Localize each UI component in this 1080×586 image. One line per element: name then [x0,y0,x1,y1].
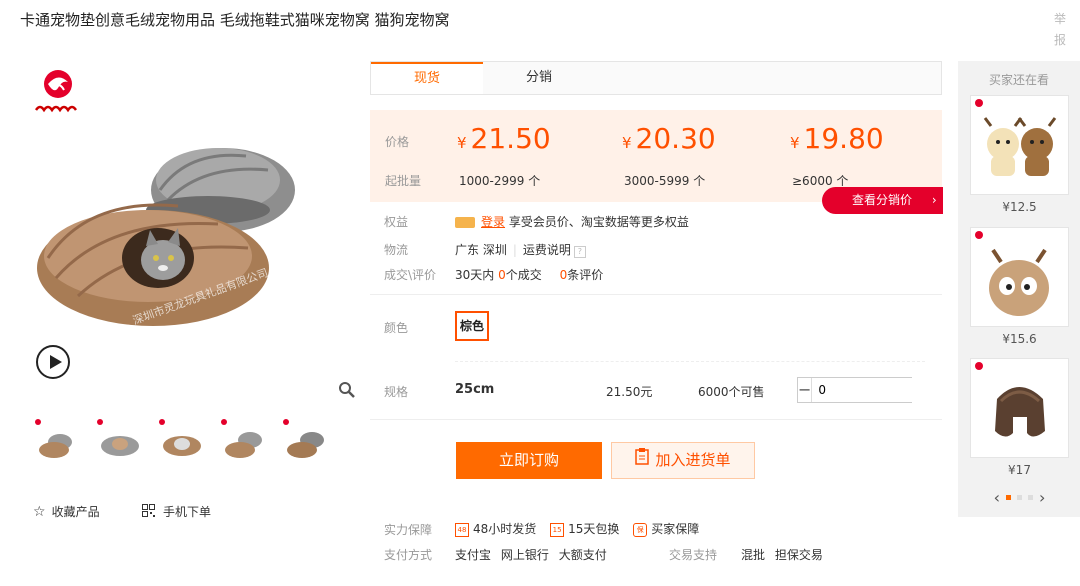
guarantee-item-1[interactable]: 48小时发货 [473,522,536,536]
quantity-input[interactable] [811,378,972,402]
spec-label: 规格 [384,385,409,399]
tab-distribution[interactable]: 分销 [483,62,595,94]
order-now-button[interactable]: 立即订购 [456,442,602,479]
price-label: 价格 [385,135,410,149]
side-carousel-nav: ‹ › [970,488,1069,507]
add-to-cart-label: 加入进货单 [655,451,731,469]
guarantee-items: 48 48小时发货 15 15天包换 保买家保障 [455,520,699,537]
recommend-item-2[interactable] [970,227,1069,327]
exchange-15d-icon: 15 [550,522,565,537]
product-title: 卡通宠物垫创意毛绒宠物用品 毛绒拖鞋式猫咪宠物窝 猫狗宠物窝 [20,11,450,29]
spec-stock: 6000个可售 [698,385,765,399]
logistics-row: 广东 深圳 | 运费说明? [455,241,586,258]
recommend-item-3[interactable] [970,358,1069,458]
tab-in-stock[interactable]: 现货 [371,62,483,94]
login-link[interactable]: 登录 [481,215,505,229]
chevron-left-icon[interactable]: ‹ [994,488,1000,507]
mobile-order-button[interactable]: 手机下单 [142,503,211,520]
color-label: 颜色 [384,321,409,335]
guarantee-item-2[interactable]: 15天包换 [568,522,619,536]
deals-suffix: 个成交 [505,268,542,282]
price-tier-2: ¥20.30 [622,122,716,155]
thumbnail-5[interactable] [282,418,330,464]
chevron-right-icon[interactable]: › [1039,488,1045,507]
qty-tier-1: 1000-2999 个 [459,174,541,188]
quantity-stepper: − + [797,377,985,403]
logistics-location: 广东 深圳 [455,243,507,257]
price-tier-3: ¥19.80 [790,122,884,155]
moq-label: 起批量 [385,174,422,188]
zoom-icon[interactable] [338,381,356,399]
color-option-brown[interactable]: 棕色 [455,311,489,341]
trade-escrow: 担保交易 [774,548,823,562]
product-main-image[interactable]: 深圳市灵龙玩具礼品有限公司 [28,128,346,346]
rights-row: 登录 享受会员价、淘宝数据等更多权益 [455,213,689,230]
favorite-label: 收藏产品 [51,505,100,519]
guarantee-item-3[interactable]: 买家保障 [651,522,699,536]
recommend-price-1: ¥12.5 [1002,200,1037,214]
play-video-button[interactable] [36,345,70,379]
guarantee-label: 实力保障 [384,523,433,537]
carousel-dot-3[interactable] [1028,495,1033,500]
view-distributor-price-button[interactable]: 查看分销价 › [822,187,943,214]
deals-label: 成交\评价 [384,268,437,282]
payment-alipay: 支付宝 [455,548,492,562]
spec-size: 25cm [455,382,495,397]
thumbnail-4[interactable] [220,418,268,464]
recommend-price-2: ¥15.6 [1002,332,1037,346]
shipping-48h-icon: 48 [455,522,469,537]
buyer-protection-icon: 保 [633,522,648,537]
rights-label: 权益 [384,215,409,229]
clipboard-icon [635,443,650,478]
spec-unit-price: 21.50元 [606,385,653,399]
dist-btn-label: 查看分销价 [852,193,913,207]
deals-count: 0 [498,268,506,282]
recommend-item-1[interactable] [970,95,1069,195]
deals-row: 30天内 0个成交 0条评价 [455,266,603,283]
payment-online-bank: 网上银行 [500,548,549,562]
add-to-cart-button[interactable]: 加入进货单 [611,442,755,479]
divider: | [512,243,517,257]
payment-methods: 支付宝 网上银行 大额支付 [455,546,607,563]
payment-large: 大额支付 [558,548,607,562]
tab-bar: 现货 分销 [370,61,942,95]
vip-icon [455,217,475,228]
price-tier-1: ¥21.50 [457,122,551,155]
logistics-label: 物流 [384,243,409,257]
shipping-description-link[interactable]: 运费说明 [523,243,571,257]
thumbnail-1[interactable] [34,418,82,464]
favorite-product-button[interactable]: ☆ 收藏产品 [33,503,100,520]
divider [370,419,942,420]
decrease-button[interactable]: − [798,378,811,402]
reviews-suffix[interactable]: 条评价 [567,268,603,282]
qrcode-icon [142,503,155,520]
trade-support-items: 混批 担保交易 [741,546,823,563]
side-title: 买家还在看 [988,73,1049,87]
deals-prefix: 30天内 [455,268,495,282]
carousel-dot-1[interactable] [1006,495,1011,500]
payment-label: 支付方式 [384,548,433,562]
trade-support-label: 交易支持 [669,548,718,562]
mobile-label: 手机下单 [163,505,212,519]
star-icon: ☆ [33,503,46,520]
chevron-right-icon: › [931,193,937,207]
thumbnail-strip [34,418,330,464]
trade-mixed-batch: 混批 [741,548,766,562]
carousel-dot-2[interactable] [1017,495,1022,500]
qty-tier-2: 3000-5999 个 [624,174,706,188]
brand-logo [34,66,88,126]
divider [370,294,942,295]
divider [455,361,925,362]
thumbnail-3[interactable] [158,418,206,464]
help-icon[interactable]: ? [573,246,586,258]
recommend-price-3: ¥17 [1008,463,1031,477]
thumbnail-2[interactable] [96,418,144,464]
rights-text: 享受会员价、淘宝数据等更多权益 [508,215,689,229]
report-link[interactable]: 举报 [1054,9,1068,51]
